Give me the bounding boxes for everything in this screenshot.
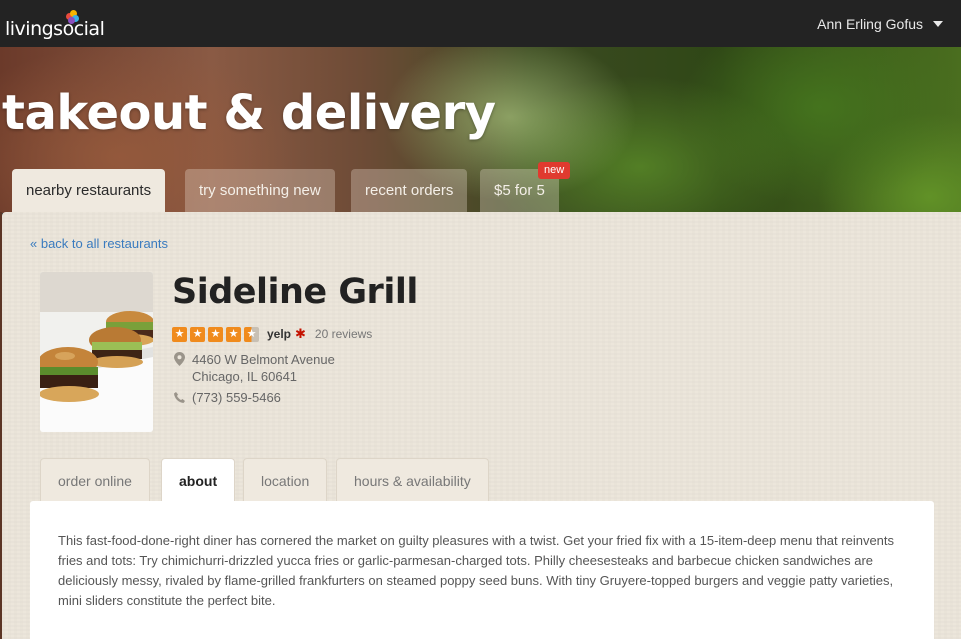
map-pin-icon (174, 352, 185, 366)
about-section: This fast-food-done-right diner has corn… (30, 501, 934, 639)
user-menu[interactable]: Ann Erling Gofus (817, 16, 943, 32)
star-icon: ★ (208, 326, 223, 342)
star-half-icon: ★ (244, 326, 259, 342)
tab-recent-orders[interactable]: recent orders (351, 169, 468, 213)
restaurant-photo (40, 272, 153, 432)
logo-dots-icon (66, 10, 80, 24)
restaurant-name: Sideline Grill (172, 272, 418, 312)
logo-text: livingsocial (5, 18, 105, 40)
address-line-1: 4460 W Belmont Avenue (192, 352, 335, 367)
sliders-photo-icon (40, 272, 153, 432)
phone-icon (174, 392, 185, 403)
yelp-burst-icon: ✱ (295, 326, 306, 341)
address-line-2: Chicago, IL 60641 (192, 369, 298, 384)
user-name: Ann Erling Gofus (817, 16, 923, 32)
star-icon: ★ (172, 326, 187, 342)
tab-hours-availability[interactable]: hours & availability (336, 458, 489, 502)
restaurant-panel: « back to all restaurants Sideline Grill (2, 212, 961, 639)
new-badge: new (538, 162, 571, 179)
tab-location[interactable]: location (243, 458, 328, 502)
hero-banner: takeout & delivery nearby restaurants tr… (0, 47, 961, 213)
review-count[interactable]: 20 reviews (315, 327, 372, 341)
star-icon: ★ (190, 326, 205, 342)
chevron-down-icon (933, 21, 943, 27)
rating-row[interactable]: ★ ★ ★ ★ ★ yelp ✱ 20 reviews (172, 326, 372, 342)
about-description: This fast-food-done-right diner has corn… (58, 533, 895, 608)
tab-order-online[interactable]: order online (40, 458, 150, 502)
tab-nearby-restaurants[interactable]: nearby restaurants (12, 169, 166, 213)
yelp-logo: yelp (267, 327, 292, 341)
restaurant-address: 4460 W Belmont Avenue Chicago, IL 60641 (192, 351, 335, 385)
restaurant-phone: (773) 559-5466 (192, 390, 281, 405)
back-to-restaurants-link[interactable]: « back to all restaurants (30, 236, 168, 251)
page-title: takeout & delivery (2, 85, 496, 141)
star-icon: ★ (226, 326, 241, 342)
tab-try-something-new[interactable]: try something new (185, 169, 335, 213)
tab-about[interactable]: about (161, 458, 236, 503)
top-bar: livingsocial Ann Erling Gofus (0, 0, 961, 47)
